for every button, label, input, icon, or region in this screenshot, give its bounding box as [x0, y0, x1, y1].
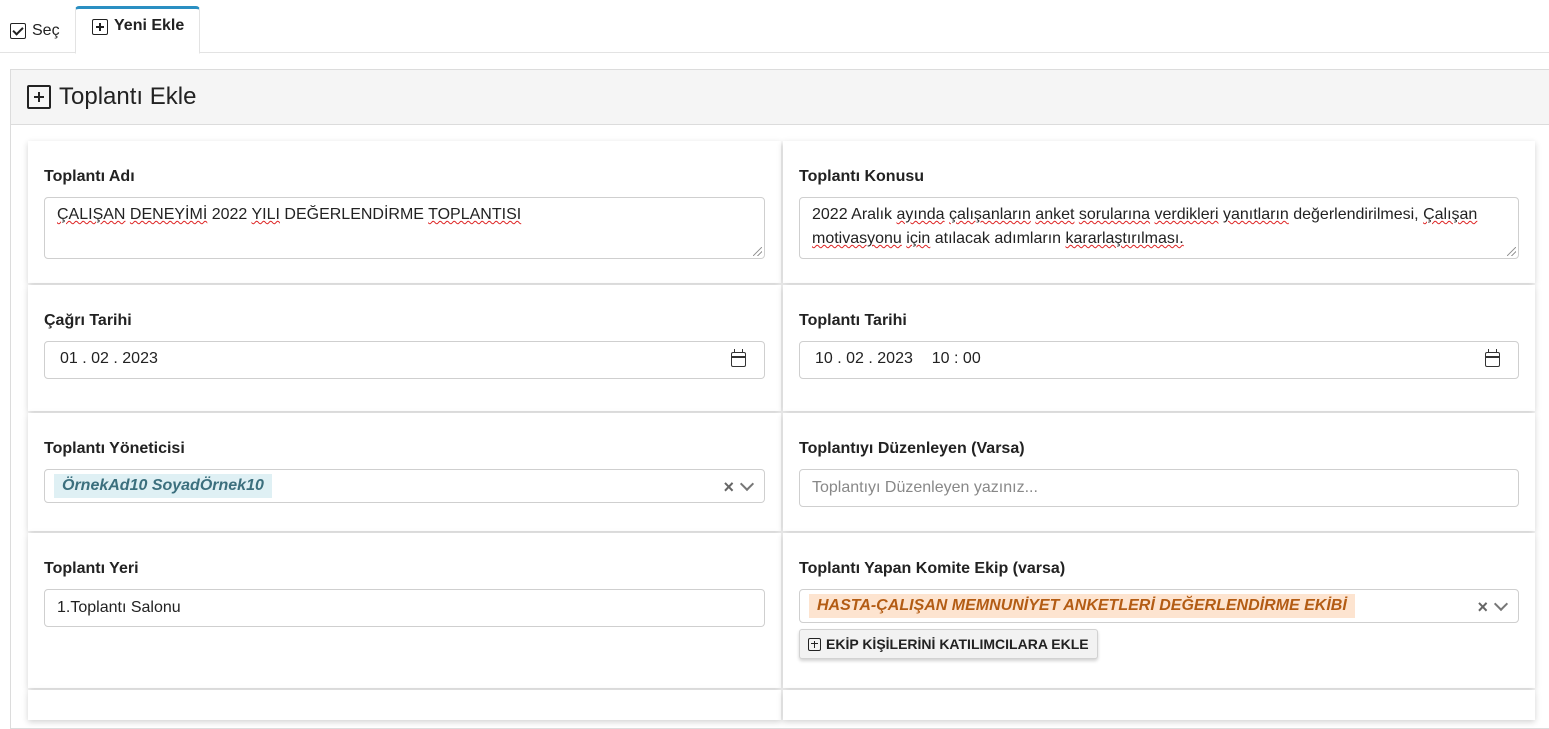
- word: atılacak: [934, 230, 990, 247]
- date-separator: .: [77, 350, 92, 367]
- committee-select[interactable]: HASTA-ÇALIŞAN MEMNUNİYET ANKETLERİ DEĞER…: [799, 589, 1519, 623]
- meeting-name-textarea[interactable]: ÇALIŞAN DENEYİMİ 2022 YILI DEĞERLENDİRME…: [44, 197, 765, 259]
- meeting-datetime-input[interactable]: 10 . 02 . 2023 10 : 00: [799, 341, 1519, 379]
- word: adımların: [994, 230, 1062, 247]
- panel-title: Toplantı Ekle: [59, 83, 197, 110]
- location-label: Toplantı Yeri: [44, 560, 139, 577]
- committee-cell: Toplantı Yapan Komite Ekip (varsa) HASTA…: [783, 533, 1535, 688]
- resize-handle[interactable]: [753, 247, 762, 256]
- meeting-manager-label: Toplantı Yöneticisi: [44, 440, 185, 457]
- select-controls: ×: [723, 476, 755, 496]
- call-date-month[interactable]: 02: [91, 350, 109, 367]
- tab-select[interactable]: Seç: [10, 12, 60, 50]
- select-controls: ×: [1477, 596, 1509, 616]
- subject-line-2: motivasyonu için atılacak adımların kara…: [812, 227, 1506, 251]
- word: Aralık: [851, 206, 893, 223]
- word: YILI: [251, 206, 280, 223]
- tab-select-label: Seç: [32, 22, 60, 39]
- word: çalışanların: [949, 206, 1031, 223]
- meeting-date-day[interactable]: 10: [815, 350, 833, 367]
- date-separator: .: [832, 350, 847, 367]
- meeting-name-label: Toplantı Adı: [44, 168, 135, 185]
- word: kararlaştırılması.: [1065, 230, 1184, 247]
- date-separator: .: [863, 350, 878, 367]
- word: yanıtların: [1222, 206, 1289, 223]
- call-date-year[interactable]: 2023: [122, 350, 158, 367]
- chevron-down-icon[interactable]: [1493, 596, 1509, 612]
- word: motivasyonu: [812, 230, 902, 247]
- word: sorularına: [1078, 206, 1151, 223]
- close-icon[interactable]: ×: [723, 478, 734, 496]
- plus-square-icon: [808, 637, 821, 651]
- location-cell: Toplantı Yeri 1.Toplantı Salonu: [28, 533, 781, 688]
- meeting-date-cell: Toplantı Tarihi 10 . 02 . 2023 10 : 00: [783, 285, 1535, 411]
- meeting-subject-label: Toplantı Konusu: [799, 168, 925, 185]
- resize-handle[interactable]: [1507, 247, 1516, 256]
- word: Çalışan: [1423, 206, 1478, 223]
- call-date-label: Çağrı Tarihi: [44, 312, 132, 329]
- plus-square-icon: [27, 85, 51, 109]
- meeting-time-hour[interactable]: 10: [932, 350, 950, 367]
- word: anket: [1035, 206, 1075, 223]
- selected-manager-tag: ÖrnekAd10 SoyadÖrnek10: [54, 474, 272, 498]
- next-row-cell-right: [783, 690, 1535, 720]
- calendar-icon[interactable]: [1485, 349, 1500, 367]
- word: değerlendirilmesi,: [1293, 206, 1419, 223]
- meeting-date-year[interactable]: 2023: [877, 350, 913, 367]
- organizer-label: Toplantıyı Düzenleyen (Varsa): [799, 440, 1025, 457]
- add-team-members-label: EKİP KİŞİLERİNİ KATILIMCILARA EKLE: [826, 636, 1089, 652]
- time-separator: :: [949, 350, 963, 367]
- meeting-name-cell: Toplantı Adı ÇALIŞAN DENEYİMİ 2022 YILI …: [28, 141, 781, 283]
- word: 2022: [211, 206, 248, 223]
- meeting-date-label: Toplantı Tarihi: [799, 312, 907, 329]
- checkbox-icon: [10, 23, 26, 39]
- date-separator: .: [108, 350, 123, 367]
- organizer-placeholder: Toplantıyı Düzenleyen yazınız...: [812, 479, 1038, 496]
- organizer-cell: Toplantıyı Düzenleyen (Varsa) Toplantıyı…: [783, 413, 1535, 531]
- subject-line-1: 2022 Aralık ayında çalışanların anket so…: [812, 203, 1506, 227]
- add-team-members-button[interactable]: EKİP KİŞİLERİNİ KATILIMCILARA EKLE: [799, 629, 1098, 659]
- panel-header: Toplantı Ekle: [11, 70, 1549, 125]
- call-date-input[interactable]: 01 . 02 . 2023: [44, 341, 765, 379]
- word: ayında: [896, 206, 945, 223]
- word: 2022: [812, 206, 848, 223]
- word: DENEYİMİ: [129, 206, 208, 223]
- tab-new[interactable]: Yeni Ekle: [75, 6, 200, 54]
- meeting-manager-cell: Toplantı Yöneticisi ÖrnekAd10 SoyadÖrnek…: [28, 413, 781, 531]
- calendar-icon[interactable]: [731, 349, 746, 367]
- organizer-input[interactable]: Toplantıyı Düzenleyen yazınız...: [799, 469, 1519, 507]
- tab-bar: Seç Yeni Ekle: [0, 0, 1549, 54]
- tab-new-label: Yeni Ekle: [114, 17, 185, 34]
- next-row-cell-left: [28, 690, 781, 720]
- meeting-manager-select[interactable]: ÖrnekAd10 SoyadÖrnek10 ×: [44, 469, 765, 503]
- word: TOPLANTISI: [428, 206, 522, 223]
- plus-square-icon: [92, 19, 108, 35]
- selected-committee-tag: HASTA-ÇALIŞAN MEMNUNİYET ANKETLERİ DEĞER…: [809, 594, 1355, 618]
- location-value: 1.Toplantı Salonu: [57, 599, 181, 616]
- meeting-subject-textarea[interactable]: 2022 Aralık ayında çalışanların anket so…: [799, 197, 1519, 259]
- word: için: [906, 230, 931, 247]
- call-date-day[interactable]: 01: [60, 350, 78, 367]
- word: DEĞERLENDİRME: [284, 206, 424, 223]
- word: verdikleri: [1154, 206, 1219, 223]
- close-icon[interactable]: ×: [1477, 598, 1488, 616]
- call-date-cell: Çağrı Tarihi 01 . 02 . 2023: [28, 285, 781, 411]
- meeting-time-minute[interactable]: 00: [963, 350, 981, 367]
- meeting-date-month[interactable]: 02: [846, 350, 864, 367]
- chevron-down-icon[interactable]: [739, 476, 755, 492]
- word: ÇALIŞAN: [57, 206, 126, 223]
- committee-label: Toplantı Yapan Komite Ekip (varsa): [799, 560, 1066, 577]
- meeting-subject-cell: Toplantı Konusu 2022 Aralık ayında çalış…: [783, 141, 1535, 283]
- location-input[interactable]: 1.Toplantı Salonu: [44, 589, 765, 627]
